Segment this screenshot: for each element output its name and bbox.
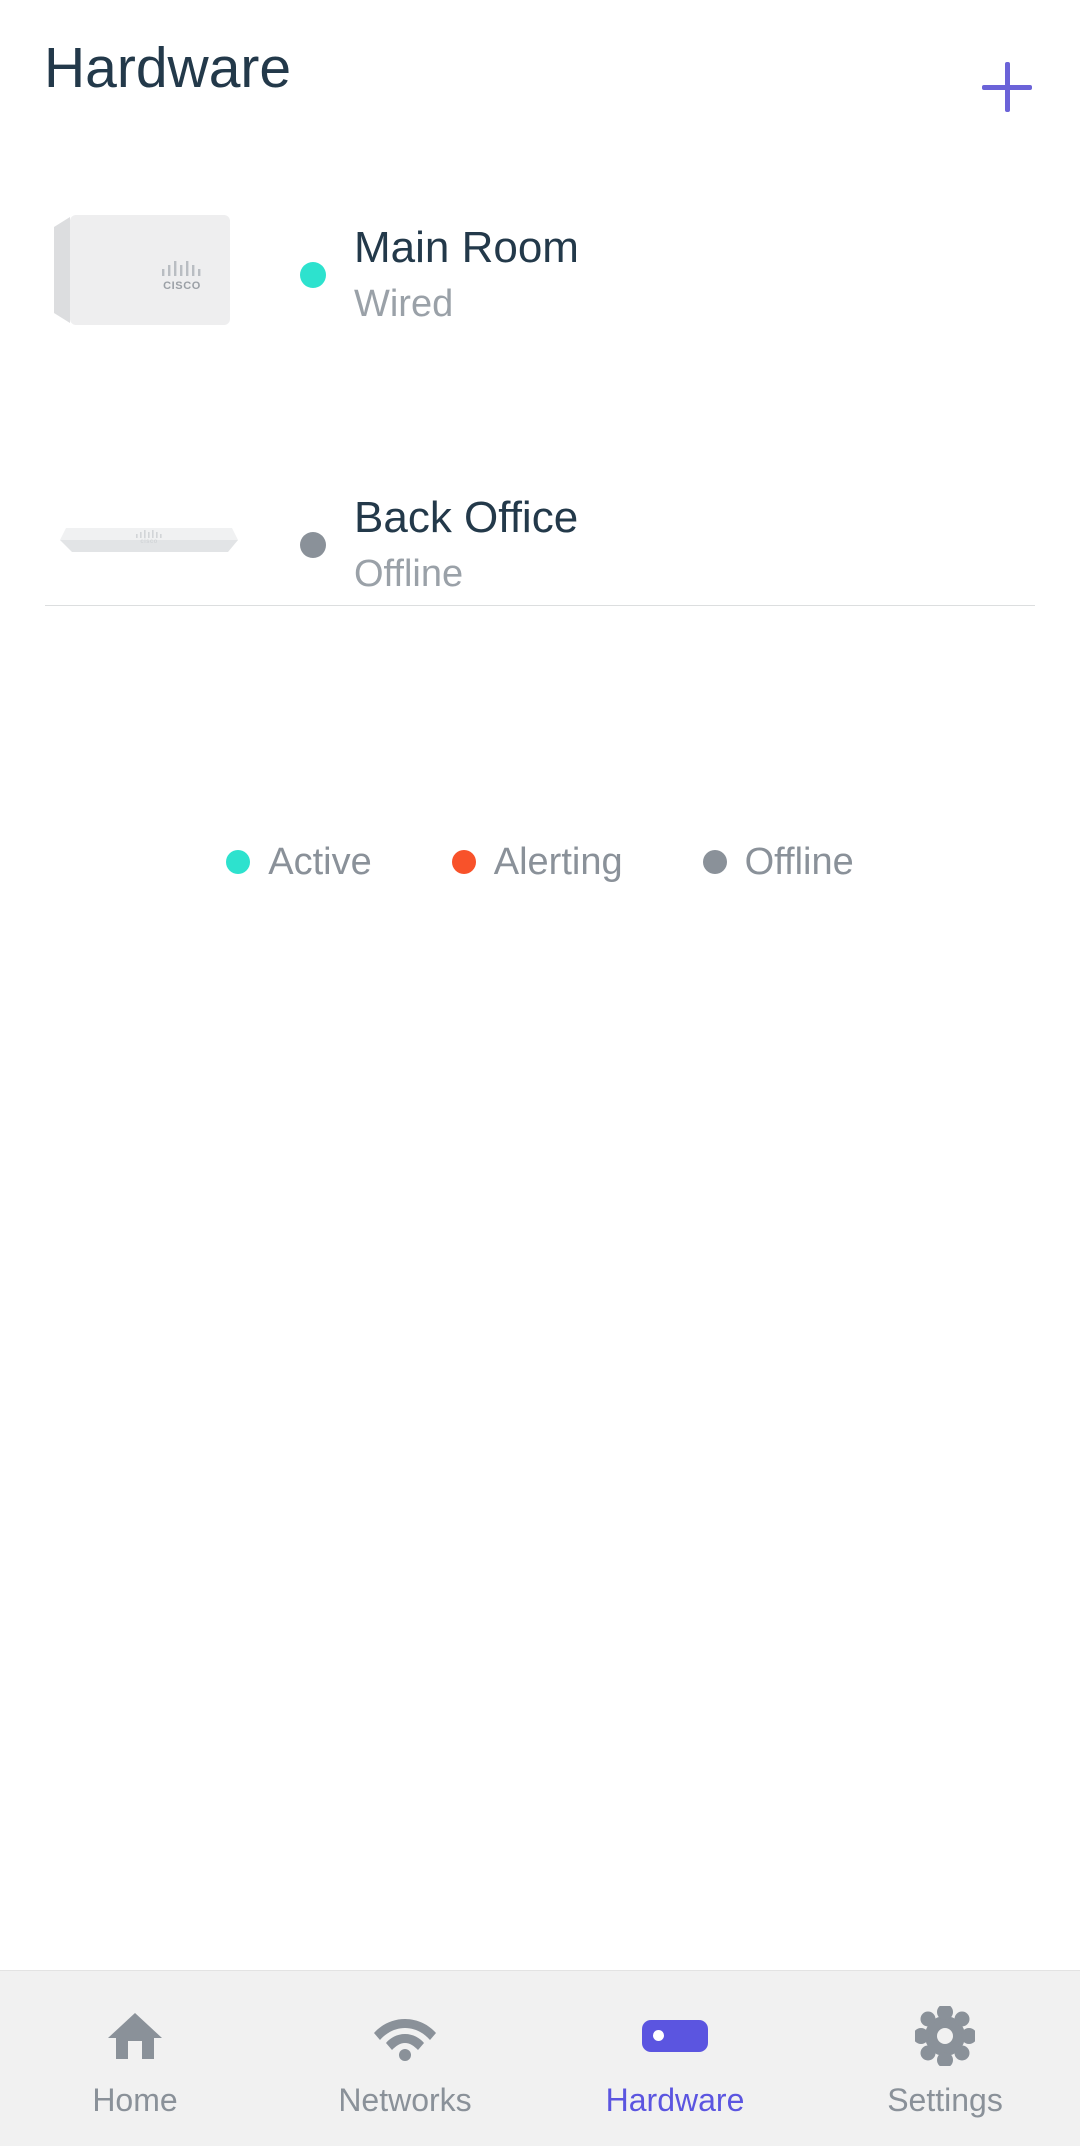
device-list: CISCO Main Room Wired cisco Back Office … <box>0 140 1080 680</box>
nav-item-settings[interactable]: Settings <box>810 1971 1080 2146</box>
nav-label: Settings <box>887 2081 1003 2118</box>
status-dot <box>300 262 326 288</box>
plus-icon <box>982 62 1032 112</box>
nav-item-hardware[interactable]: Hardware <box>540 1971 810 2146</box>
hardware-device-icon <box>642 2005 708 2067</box>
status-legend: Active Alerting Offline <box>0 840 1080 884</box>
nav-item-home[interactable]: Home <box>0 1971 270 2146</box>
device-row[interactable]: cisco Back Office Offline <box>0 410 1080 680</box>
device-text: Back Office Offline <box>354 491 578 599</box>
device-status: Offline <box>354 553 464 595</box>
hardware-led-dot <box>653 2030 664 2041</box>
home-icon <box>104 2005 166 2067</box>
legend-label: Active <box>268 841 372 883</box>
wifi-icon <box>372 2005 438 2067</box>
legend-dot-alerting <box>451 850 476 874</box>
nav-label: Home <box>92 2081 178 2118</box>
nav-label: Hardware <box>605 2081 745 2118</box>
switch-image: cisco <box>0 410 300 680</box>
legend-item-offline: Offline <box>702 840 854 884</box>
bottom-navigation: Home Networks Hardware Settings <box>0 1970 1080 2146</box>
device-name: Back Office <box>354 493 579 542</box>
device-name: Main Room <box>354 223 579 272</box>
legend-label: Alerting <box>493 841 623 883</box>
legend-item-active: Active <box>226 840 372 884</box>
nav-item-networks[interactable]: Networks <box>270 1971 540 2146</box>
device-text: Main Room Wired <box>354 221 579 329</box>
legend-label: Offline <box>744 841 854 883</box>
gear-icon <box>915 2005 975 2067</box>
nav-label: Networks <box>338 2081 472 2118</box>
legend-dot-active <box>226 850 251 874</box>
device-status: Wired <box>354 283 454 325</box>
access-point-image: CISCO <box>0 140 300 410</box>
svg-text:CISCO: CISCO <box>163 280 201 292</box>
device-row[interactable]: CISCO Main Room Wired <box>0 140 1080 410</box>
legend-item-alerting: Alerting <box>451 840 623 884</box>
app-header: Hardware <box>0 0 1080 132</box>
legend-dot-offline <box>702 850 727 874</box>
svg-text:cisco: cisco <box>140 539 157 545</box>
status-dot <box>300 532 326 558</box>
page-title: Hardware <box>44 36 292 100</box>
add-device-button[interactable] <box>962 42 1052 132</box>
